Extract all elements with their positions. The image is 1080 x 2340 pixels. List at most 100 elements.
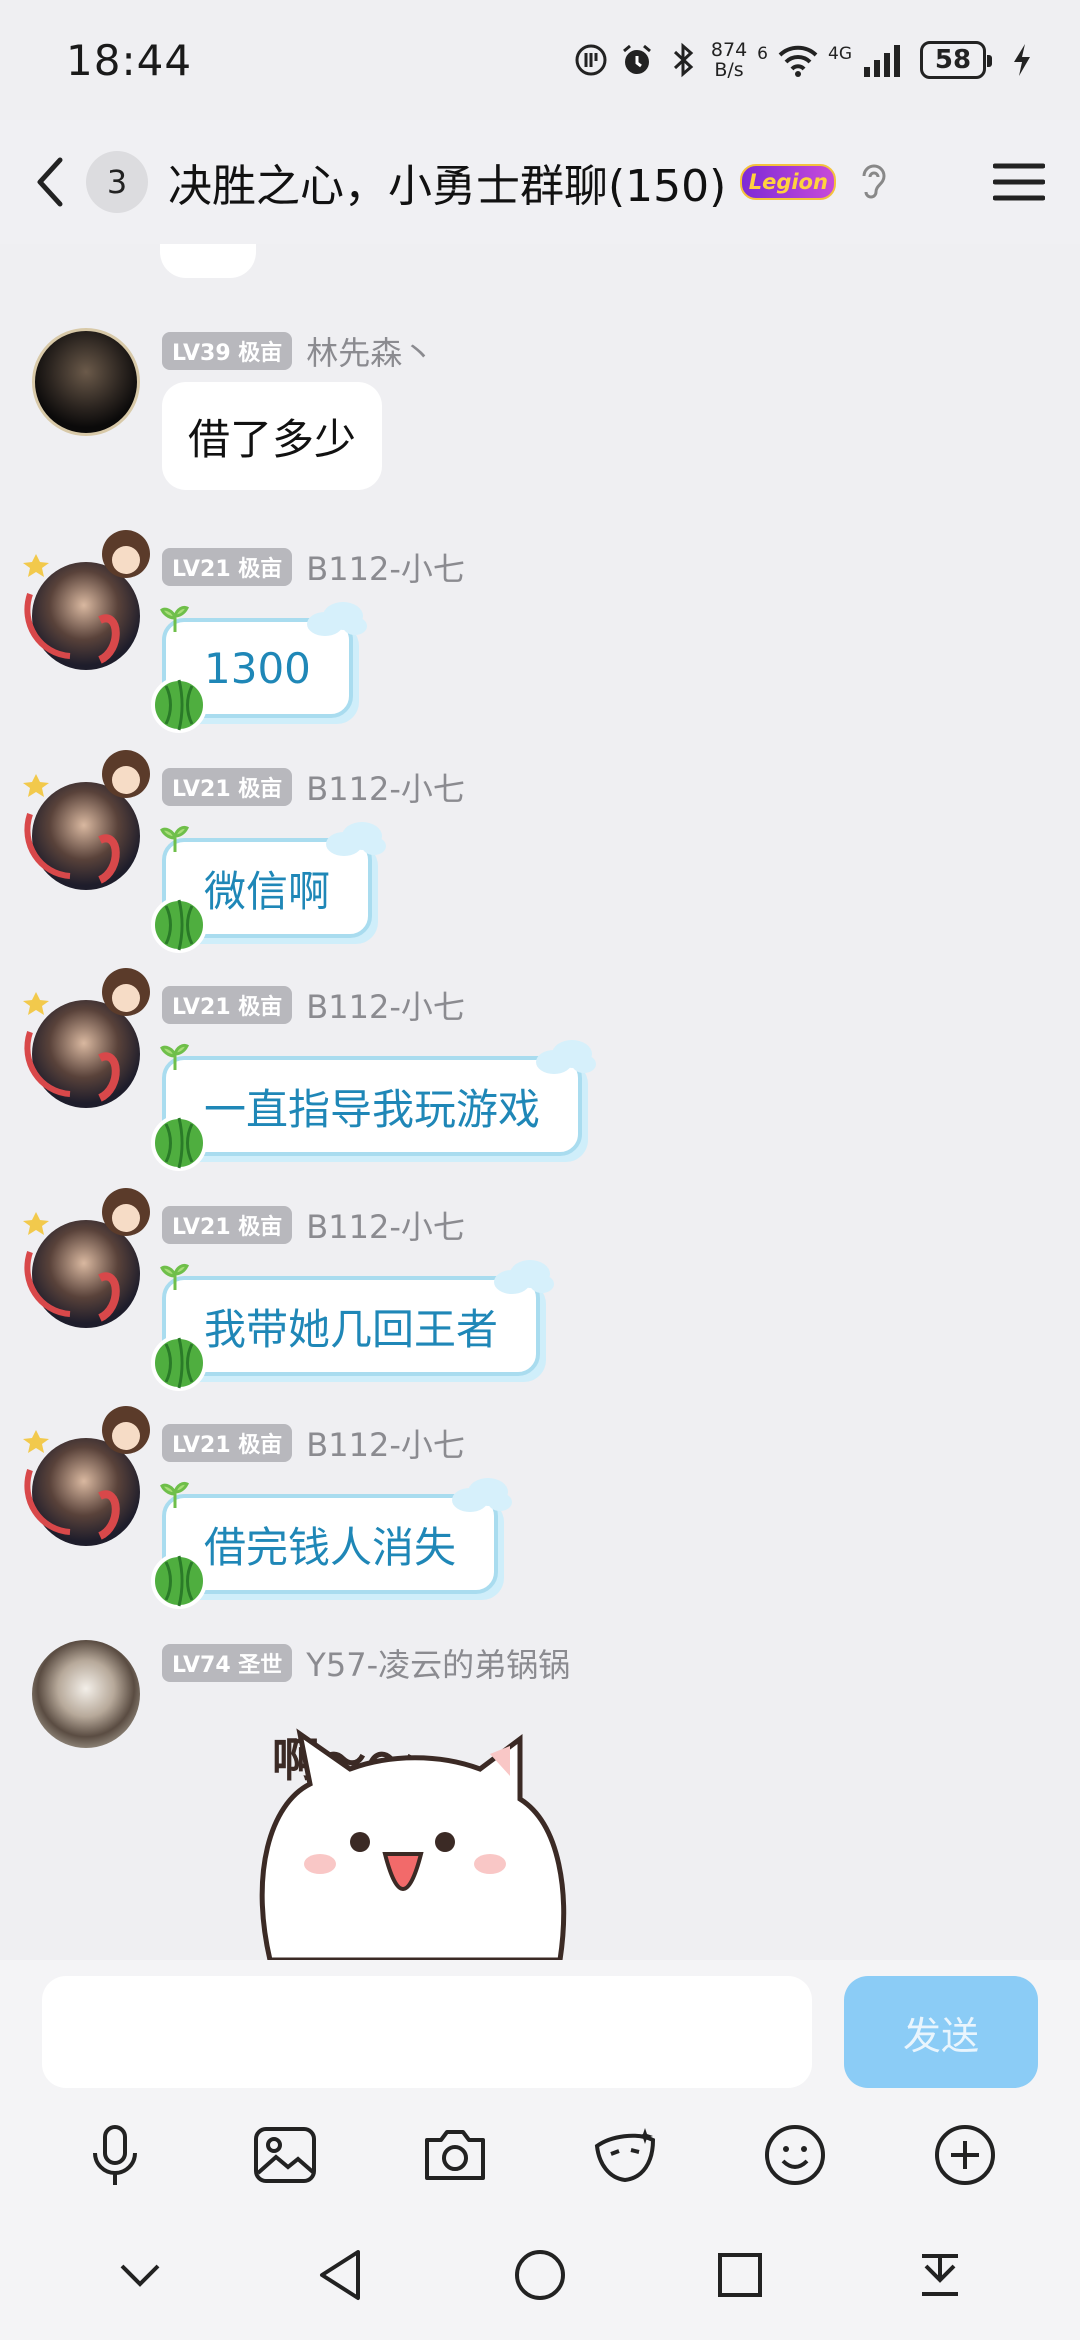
- avatar[interactable]: [32, 562, 140, 670]
- message-text: 1300: [204, 643, 311, 693]
- level-badge: LV21 极亩: [162, 1206, 293, 1244]
- message-bubble[interactable]: 借了多少: [162, 382, 383, 490]
- level-badge: LV21 极亩: [162, 986, 293, 1024]
- input-toolbar: [0, 2100, 1080, 2210]
- message-text: 微信啊: [204, 866, 331, 916]
- list-item: LV39 极亩 林先森丶 借了多少: [0, 328, 1080, 498]
- more-button[interactable]: [930, 2120, 1000, 2190]
- plus-circle-icon: [935, 2125, 995, 2185]
- voice-button[interactable]: [80, 2120, 150, 2190]
- level-badge: LV21 极亩: [162, 1424, 293, 1462]
- pull-down-icon: [922, 2254, 958, 2296]
- circle-home-icon: [515, 2250, 565, 2300]
- page-title[interactable]: 决胜之心，小勇士群聊(150): [168, 150, 726, 214]
- nav-notification-button[interactable]: [905, 2240, 975, 2310]
- nav-home-button[interactable]: [505, 2240, 575, 2310]
- nav-recents-button[interactable]: [705, 2240, 775, 2310]
- data-saver-icon: [573, 42, 609, 78]
- list-item: LV21 极亩 B112-小七 微信啊: [0, 750, 1080, 953]
- menu-button[interactable]: [988, 151, 1050, 213]
- battery-indicator: 58: [920, 41, 992, 79]
- chat-message-list[interactable]: LV39 极亩 林先森丶 借了多少 LV21 极亩 B112-小七 1300 L…: [0, 244, 1080, 1960]
- message-meta: LV21 极亩 B112-小七: [162, 1420, 465, 1466]
- unread-count-badge[interactable]: 3: [86, 151, 148, 213]
- avatar[interactable]: [32, 1000, 140, 1108]
- camera-icon: [425, 2130, 485, 2180]
- cell-signal-icon: [862, 42, 906, 78]
- message-bubble[interactable]: 借完钱人消失: [151, 1478, 513, 1609]
- sender-name[interactable]: B112-小七: [306, 1202, 465, 1248]
- list-item: LV21 极亩 B112-小七 我带她几回王者: [0, 1188, 1080, 1391]
- message-meta: LV74 圣世 Y57-凌云的弟锅锅: [162, 1640, 570, 1686]
- cloud-icon: [326, 822, 387, 856]
- nav-back-button[interactable]: [305, 2240, 375, 2310]
- list-item: LV21 极亩 B112-小七 1300: [0, 530, 1080, 733]
- sender-name[interactable]: B112-小七: [306, 982, 465, 1028]
- net-speed-unit: B/s: [714, 59, 744, 81]
- fun-mask-button[interactable]: [590, 2120, 660, 2190]
- cloud-icon: [306, 602, 367, 636]
- camera-button[interactable]: [420, 2120, 490, 2190]
- list-item: LV21 极亩 B112-小七 一直指导我玩游戏: [0, 968, 1080, 1171]
- message-meta: LV21 极亩 B112-小七: [162, 764, 465, 810]
- watermelon-icon: [151, 1553, 207, 1609]
- message-meta: LV21 极亩 B112-小七: [162, 982, 465, 1028]
- sender-name[interactable]: B112-小七: [306, 544, 465, 590]
- cell-label: 4G: [828, 44, 852, 64]
- message-meta: LV21 极亩 B112-小七: [162, 544, 465, 590]
- sender-name[interactable]: B112-小七: [306, 1420, 465, 1466]
- avatar[interactable]: [32, 782, 140, 890]
- status-bar: 18:44 874 B/s 6 4G 58: [0, 0, 1080, 120]
- image-icon: [254, 2127, 316, 2183]
- emoji-button[interactable]: [760, 2120, 830, 2190]
- sprout-icon: [160, 1263, 190, 1290]
- avatar[interactable]: [32, 328, 140, 436]
- message-bubble[interactable]: 一直指导我玩游戏: [151, 1040, 597, 1171]
- smiley-icon: [765, 2125, 825, 2185]
- message-meta: LV21 极亩 B112-小七: [162, 1202, 465, 1248]
- sender-name[interactable]: 林先森丶: [306, 328, 434, 374]
- system-nav-bar: [0, 2210, 1080, 2340]
- square-recents-icon: [718, 2253, 762, 2297]
- message-text: 我带她几回王者: [204, 1304, 499, 1354]
- message-bubble[interactable]: 微信啊: [151, 822, 387, 953]
- chat-header: 3 决胜之心，小勇士群聊(150) Legion: [0, 120, 1080, 244]
- gallery-button[interactable]: [250, 2120, 320, 2190]
- bluetooth-icon: [665, 42, 701, 78]
- sender-name[interactable]: B112-小七: [306, 764, 465, 810]
- avatar[interactable]: [32, 1220, 140, 1328]
- level-badge: LV74 圣世: [162, 1644, 293, 1682]
- back-button[interactable]: [30, 147, 80, 217]
- legion-badge[interactable]: Legion: [740, 164, 837, 200]
- message-bubble[interactable]: 1300: [151, 602, 367, 733]
- cat-sticker[interactable]: [240, 1714, 570, 1960]
- mask-icon: [594, 2128, 656, 2183]
- avatar[interactable]: [32, 1640, 140, 1748]
- watermelon-icon: [151, 1335, 207, 1391]
- message-bubble[interactable]: 我带她几回王者: [151, 1260, 555, 1391]
- net-speed: 874 B/s: [711, 40, 747, 80]
- watermelon-icon: [151, 897, 207, 953]
- wifi-icon: [778, 42, 818, 78]
- status-time: 18:44: [66, 35, 193, 85]
- alarm-icon: [619, 42, 655, 78]
- level-badge: LV39 极亩: [162, 332, 293, 370]
- back-arrow-icon: [37, 157, 63, 207]
- ear-icon[interactable]: [854, 160, 894, 204]
- list-item: LV21 极亩 B112-小七 借完钱人消失: [0, 1406, 1080, 1609]
- cloud-icon: [452, 1478, 513, 1512]
- level-badge: LV21 极亩: [162, 768, 293, 806]
- hamburger-menu-icon: [993, 163, 1045, 201]
- status-icons: 874 B/s 6 4G 58: [573, 40, 1040, 80]
- cloud-icon: [494, 1260, 555, 1294]
- cloud-icon: [536, 1040, 597, 1074]
- message-input[interactable]: [42, 1976, 812, 2088]
- triangle-back-icon: [320, 2250, 360, 2300]
- message-text: 借完钱人消失: [204, 1522, 457, 1572]
- message-meta: LV39 极亩 林先森丶: [162, 328, 434, 374]
- sender-name[interactable]: Y57-凌云的弟锅锅: [306, 1640, 570, 1686]
- collapse-nav-button[interactable]: [105, 2240, 175, 2310]
- send-button[interactable]: 发送: [844, 1976, 1038, 2088]
- level-badge: LV21 极亩: [162, 548, 293, 586]
- avatar[interactable]: [32, 1438, 140, 1546]
